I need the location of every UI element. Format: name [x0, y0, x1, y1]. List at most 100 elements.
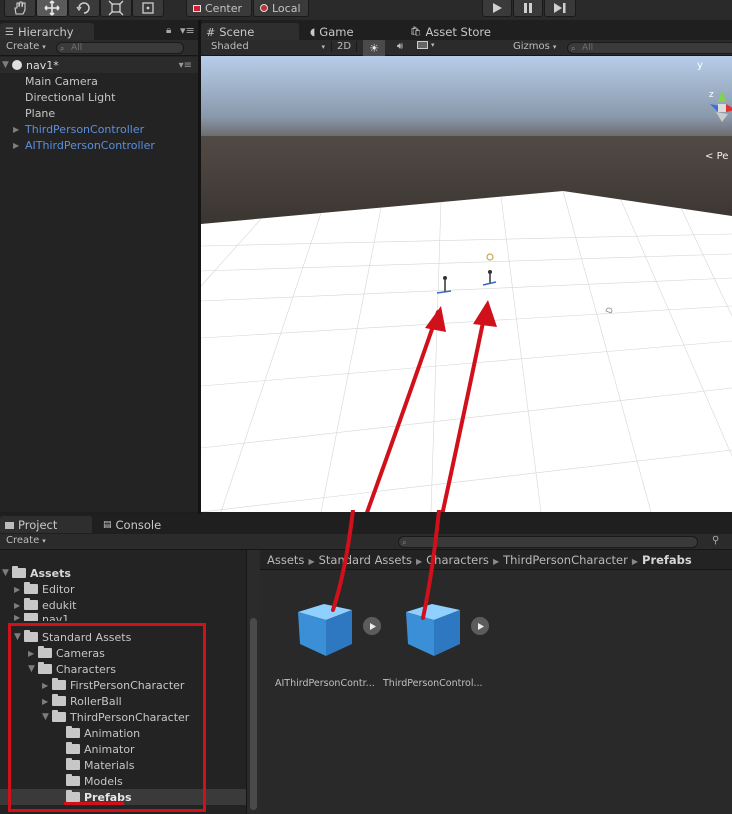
unity-scene-icon [12, 60, 22, 70]
asset-label: ThirdPersonControl... [383, 678, 483, 689]
hand-tool-button[interactable] [4, 0, 36, 17]
tab-project[interactable]: Project [0, 516, 92, 533]
lighting-toggle-button[interactable]: ☀ [363, 40, 385, 56]
folder-icon [24, 613, 38, 621]
tree-item-editor[interactable]: ▶ Editor [14, 581, 75, 597]
item-label: Main Camera [25, 74, 98, 88]
play-icon [477, 622, 484, 630]
expand-arrow-icon[interactable]: ▶ [14, 601, 24, 610]
projection-toggle[interactable]: < Pe [705, 151, 728, 162]
tree-label: nav1 [42, 613, 70, 621]
expand-arrow-icon[interactable]: ▶ [14, 613, 24, 621]
asset-store-tab-label: Asset Store [425, 25, 491, 39]
panel-menu-icon[interactable]: ▾≡ [180, 24, 195, 37]
gizmos-label: Gizmos [513, 41, 550, 52]
scene-name: nav1* [26, 58, 59, 72]
hierarchy-tabstrip: ☰ Hierarchy 🔒︎ ▾≡ [0, 20, 198, 40]
scene-tab-label: Scene [219, 25, 255, 39]
expand-arrow-icon[interactable]: ▶ [13, 125, 23, 134]
lock-icon[interactable]: 🔒︎ [166, 25, 171, 36]
space-local-button[interactable]: Local [253, 0, 309, 17]
search-placeholder: All [71, 43, 83, 53]
pause-icon [524, 3, 532, 13]
scale-icon [108, 0, 124, 16]
hierarchy-list: ▼ nav1* ▾≡ Main Camera Directional Light… [0, 56, 198, 512]
main-toolbar: Center Local [0, 0, 732, 20]
sun-icon: ☀ [369, 41, 379, 55]
chevron-down-icon: ▾ [321, 42, 325, 51]
expand-arrow-icon[interactable]: ▶ [13, 141, 23, 150]
rect-tool-button[interactable] [132, 0, 164, 17]
tab-scene[interactable]: # Scene [201, 23, 299, 40]
step-button[interactable] [544, 0, 576, 17]
rotate-icon [76, 2, 90, 14]
hand-icon [14, 1, 26, 15]
folder-icon [5, 521, 14, 529]
scrollbar-thumb[interactable] [250, 618, 257, 810]
step-icon [554, 3, 566, 13]
scene-tabstrip: # Scene ◖ Game 🛍︎ Asset Store [201, 20, 732, 40]
effects-dropdown[interactable]: ▾ [417, 41, 445, 49]
scene-search-input[interactable]: ⌕ All [567, 42, 732, 54]
pause-button[interactable] [513, 0, 543, 17]
move-tool-button[interactable] [36, 0, 68, 17]
hierarchy-create-button[interactable]: Create ▾ [6, 41, 46, 52]
annotation-highlight-box [8, 623, 206, 812]
tree-label: Assets [30, 566, 71, 580]
rotate-tool-button[interactable] [68, 0, 100, 17]
tree-label: Editor [42, 582, 75, 596]
plane-mesh [201, 191, 732, 512]
scene-menu-icon[interactable]: ▾≡ [179, 60, 192, 71]
tab-game[interactable]: ◖ Game [305, 23, 401, 40]
scene-toolbar: Shaded ▾ 2D ☀ 🔊︎ ▾ Gizmos ▾ ⌕ All [201, 40, 732, 56]
hierarchy-item-directional-light[interactable]: Directional Light [0, 89, 115, 105]
tree-item-assets[interactable]: ▼ Assets [2, 565, 71, 581]
folder-icon [24, 598, 38, 610]
item-label: AIThirdPersonController [25, 138, 155, 152]
shading-mode-label: Shaded [211, 41, 249, 52]
hierarchy-item-plane[interactable]: Plane [0, 105, 55, 121]
project-create-button[interactable]: Create ▾ [6, 535, 46, 546]
space-label: Local [272, 1, 301, 15]
tab-hierarchy[interactable]: ☰ Hierarchy [0, 23, 94, 40]
hierarchy-item-aithirdpersoncontroller[interactable]: ▶ AIThirdPersonController [0, 137, 155, 153]
shading-mode-dropdown[interactable]: Shaded ▾ [211, 41, 325, 52]
tab-asset-store[interactable]: 🛍︎ Asset Store [405, 23, 515, 40]
item-label: Plane [25, 106, 56, 120]
create-label: Create [6, 41, 40, 52]
play-icon [369, 622, 376, 630]
rect-tool-icon [142, 2, 154, 14]
filter-icon[interactable]: ⚲ [712, 535, 719, 546]
item-label: ThirdPersonController [25, 122, 145, 136]
project-tab-label: Project [18, 518, 58, 532]
hierarchy-item-thirdpersoncontroller[interactable]: ▶ ThirdPersonController [0, 121, 144, 137]
expand-arrow-icon[interactable]: ▼ [2, 568, 12, 578]
breadcrumb-item-current[interactable]: Prefabs [642, 553, 692, 567]
gizmos-dropdown[interactable]: Gizmos ▾ [513, 41, 556, 52]
tree-label: edukit [42, 598, 77, 612]
play-button[interactable] [482, 0, 512, 17]
pivot-label: Center [205, 1, 243, 15]
tree-item-edukit[interactable]: ▶ edukit [14, 597, 76, 613]
expand-arrow-icon[interactable]: ▶ [14, 585, 24, 594]
audio-toggle-button[interactable]: 🔊︎ [389, 41, 411, 52]
pacman-icon: ◖ [310, 26, 316, 38]
scene-viewport[interactable]: y z < Pe [201, 56, 732, 512]
scale-tool-button[interactable] [100, 0, 132, 17]
local-space-icon [260, 4, 268, 12]
tab-console[interactable]: ▤ Console [98, 516, 198, 533]
scene-row[interactable]: ▼ nav1* ▾≡ [0, 57, 198, 73]
2d-toggle-button[interactable]: 2D [331, 41, 357, 52]
breadcrumb-item[interactable]: ThirdPersonCharacter [503, 553, 628, 567]
axis-y-label: y [697, 60, 703, 71]
persp-label: Pe [716, 151, 729, 162]
hierarchy-search-input[interactable]: ⌕ All [56, 42, 184, 54]
grid-icon: # [206, 25, 216, 39]
2d-label: 2D [336, 41, 352, 52]
hierarchy-item-main-camera[interactable]: Main Camera [0, 73, 98, 89]
pivot-center-button[interactable]: Center [186, 0, 252, 17]
tree-item-nav1[interactable]: ▶ nav1 [14, 613, 69, 621]
search-placeholder: All [582, 43, 594, 53]
folder-icon [24, 582, 38, 594]
chevron-down-icon: ▾ [431, 41, 435, 49]
